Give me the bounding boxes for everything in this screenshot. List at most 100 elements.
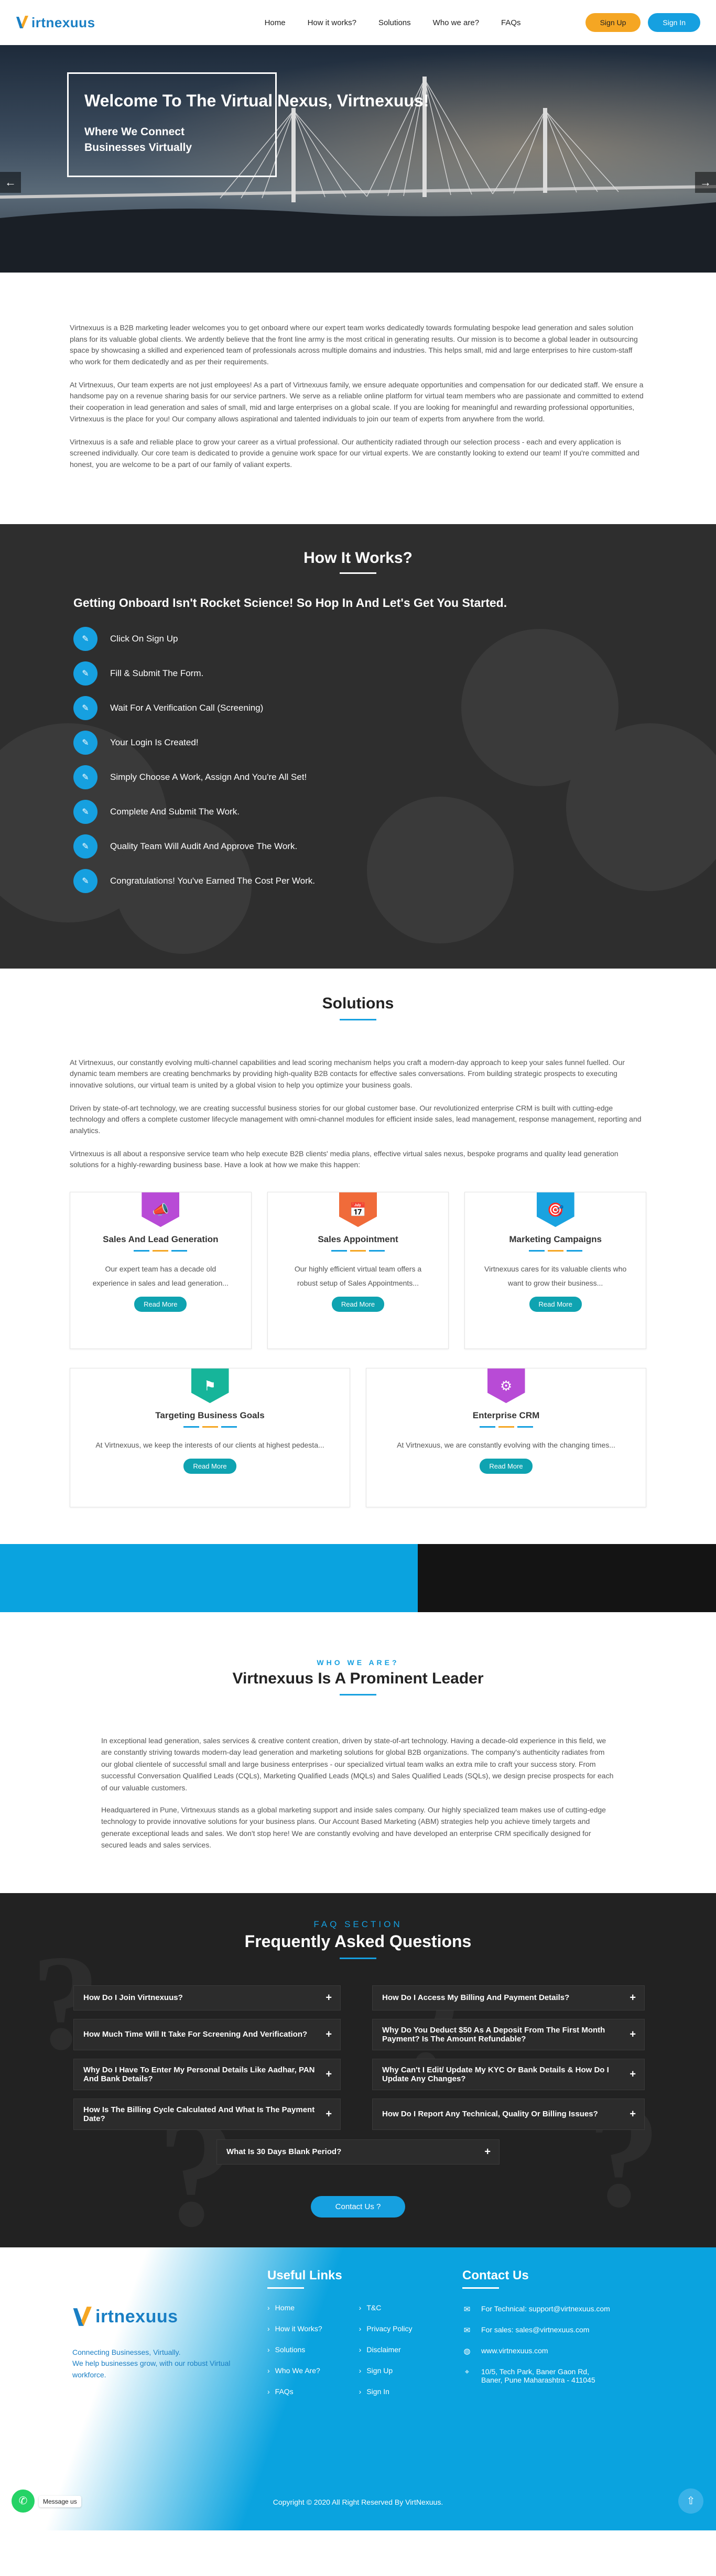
contact-row[interactable]: ✉ For Technical: support@virtnexuus.com bbox=[462, 2305, 612, 2314]
step-item: ✎ Simply Choose A Work, Assign And You're… bbox=[73, 765, 716, 789]
solutions-section: Solutions At Virtnexuus, our constantly … bbox=[0, 969, 716, 1545]
header-actions: Sign Up Sign In bbox=[585, 13, 700, 32]
faq-question: How Is The Billing Cycle Calculated And … bbox=[83, 2105, 315, 2123]
faq-section: ? ? ? ? FAQ SECTION Frequently Asked Que… bbox=[0, 1893, 716, 2247]
intro-paragraph: Virtnexuus is a safe and reliable place … bbox=[70, 437, 639, 469]
check-square-icon: ✎ bbox=[73, 626, 97, 651]
footer-link-signin[interactable]: Sign In bbox=[359, 2387, 413, 2396]
faq-item[interactable]: How Much Time Will It Take For Screening… bbox=[73, 2018, 341, 2050]
faq-title: Frequently Asked Questions bbox=[244, 1931, 472, 1951]
read-more-button[interactable]: Read More bbox=[331, 1297, 385, 1312]
useful-links: Useful Links Home How it Works? Solution… bbox=[267, 2268, 412, 2408]
contact-title: Contact Us bbox=[462, 2268, 529, 2282]
signup-button[interactable]: Sign Up bbox=[585, 13, 641, 32]
card-divider bbox=[366, 1426, 646, 1428]
card-title: Sales And Lead Generation bbox=[103, 1234, 219, 1245]
step-item: ✎ Quality Team Will Audit And Approve The… bbox=[73, 834, 716, 858]
step-item: ✎ Complete And Submit The Work. bbox=[73, 799, 716, 824]
check-square-icon: ✎ bbox=[73, 834, 97, 858]
mail-icon: ✉ bbox=[463, 2305, 471, 2314]
solution-card: ⚙ Enterprise CRM At Virtnexuus, we are c… bbox=[366, 1368, 646, 1508]
faq-item[interactable]: How Do I Report Any Technical, Quality O… bbox=[372, 2098, 645, 2130]
step-item: ✎ Wait For A Verification Call (Screening… bbox=[73, 695, 716, 720]
contact-row[interactable]: ✉ For sales: sales@virtnexuus.com bbox=[462, 2325, 612, 2335]
step-text: Click On Sign Up bbox=[110, 633, 178, 644]
faq-item[interactable]: Why Can't I Edit/ Update My KYC Or Bank … bbox=[372, 2058, 645, 2090]
solution-card: 📅 Sales Appointment Our highly efficient… bbox=[267, 1192, 449, 1350]
plus-icon: + bbox=[326, 2068, 332, 2080]
footer-link-signup[interactable]: Sign Up bbox=[359, 2366, 413, 2375]
logo-text: irtnexuus bbox=[95, 2307, 178, 2327]
plus-icon: + bbox=[326, 1992, 332, 2004]
solutions-paragraph: Virtnexuus is all about a responsive ser… bbox=[70, 1149, 619, 1169]
card-title: Targeting Business Goals bbox=[155, 1410, 265, 1421]
back-to-top-button[interactable]: ⇧ bbox=[678, 2488, 703, 2514]
faq-question: Why Can't I Edit/ Update My KYC Or Bank … bbox=[382, 2065, 609, 2083]
faq-item[interactable]: How Do I Access My Billing And Payment D… bbox=[372, 1985, 645, 2010]
title-underline bbox=[340, 1957, 376, 1959]
faq-item[interactable]: What Is 30 Days Blank Period? + bbox=[216, 2139, 500, 2165]
plus-icon: + bbox=[326, 2028, 332, 2040]
solutions-paragraph: At Virtnexuus, our constantly evolving m… bbox=[70, 1058, 625, 1089]
signin-button[interactable]: Sign In bbox=[648, 13, 700, 32]
footer-link-solutions[interactable]: Solutions bbox=[267, 2345, 322, 2354]
faq-item[interactable]: Why Do I Have To Enter My Personal Detai… bbox=[73, 2058, 341, 2090]
title-underline bbox=[267, 2287, 304, 2289]
footer-link-home[interactable]: Home bbox=[267, 2303, 322, 2312]
title-underline bbox=[340, 572, 376, 574]
contact-info: Contact Us ✉ For Technical: support@virtn… bbox=[462, 2268, 612, 2396]
card-description: Virtnexuus cares for its valuable client… bbox=[484, 1265, 627, 1287]
nav-how-it-works[interactable]: How it works? bbox=[308, 18, 356, 27]
nav-who-we-are[interactable]: Who we are? bbox=[433, 18, 479, 27]
logo[interactable]: irtnexuus bbox=[16, 15, 95, 31]
contact-us-button[interactable]: Contact Us ? bbox=[311, 2195, 405, 2218]
read-more-button[interactable]: Read More bbox=[134, 1297, 187, 1312]
check-square-icon: ✎ bbox=[73, 868, 97, 893]
read-more-button[interactable]: Read More bbox=[529, 1297, 582, 1312]
title-underline bbox=[340, 1018, 376, 1020]
calendar-icon: 📅 bbox=[339, 1192, 377, 1227]
nav-home[interactable]: Home bbox=[265, 18, 286, 27]
plus-icon: + bbox=[630, 2068, 636, 2080]
faq-item[interactable]: How Is The Billing Cycle Calculated And … bbox=[73, 2098, 341, 2130]
footer-link-faqs[interactable]: FAQs bbox=[267, 2387, 322, 2396]
nav-faqs[interactable]: FAQs bbox=[501, 18, 521, 27]
faq-question: Why Do You Deduct $50 As A Deposit From … bbox=[382, 2025, 605, 2044]
card-description: At Virtnexuus, we keep the interests of … bbox=[95, 1441, 324, 1450]
read-more-button[interactable]: Read More bbox=[183, 1459, 236, 1474]
plus-icon: + bbox=[630, 2028, 636, 2040]
goal-icon: ⚑ bbox=[191, 1368, 229, 1404]
solutions-cards-row: 📣 Sales And Lead Generation Our expert t… bbox=[70, 1192, 647, 1350]
location-icon: ⌖ bbox=[464, 2367, 470, 2376]
card-description: Our expert team has a decade old experie… bbox=[92, 1265, 229, 1287]
intro-section: Virtnexuus is a B2B marketing leader wel… bbox=[0, 273, 716, 524]
nav-solutions[interactable]: Solutions bbox=[378, 18, 411, 27]
footer-link-disclaimer[interactable]: Disclaimer bbox=[359, 2345, 413, 2354]
contact-text: 10/5, Tech Park, Baner Gaon Rd, Baner, P… bbox=[481, 2367, 595, 2384]
footer-logo[interactable]: irtnexuus bbox=[72, 2305, 178, 2329]
step-text: Complete And Submit The Work. bbox=[110, 806, 240, 817]
check-square-icon: ✎ bbox=[73, 765, 97, 789]
faq-item[interactable]: How Do I Join Virtnexuus? + bbox=[73, 1985, 341, 2010]
slider-prev-button[interactable]: ← bbox=[0, 172, 21, 193]
how-title: How It Works? bbox=[303, 549, 413, 567]
faq-item[interactable]: Why Do You Deduct $50 As A Deposit From … bbox=[372, 2018, 645, 2050]
step-item: ✎ Click On Sign Up bbox=[73, 626, 716, 651]
solution-card: 📣 Sales And Lead Generation Our expert t… bbox=[70, 1192, 252, 1350]
step-text: Congratulations! You've Earned The Cost … bbox=[110, 875, 316, 886]
footer-link-how-it-works[interactable]: How it Works? bbox=[267, 2324, 322, 2333]
step-text: Simply Choose A Work, Assign And You're … bbox=[110, 771, 307, 782]
arrow-left-icon: ← bbox=[5, 176, 16, 189]
contact-text: For Technical: support@virtnexuus.com bbox=[481, 2304, 610, 2313]
solutions-title: Solutions bbox=[322, 994, 394, 1012]
footer-link-who-we-are[interactable]: Who We Are? bbox=[267, 2366, 322, 2375]
footer-link-tc[interactable]: T&C bbox=[359, 2303, 413, 2312]
card-title: Marketing Campaigns bbox=[509, 1234, 602, 1245]
contact-row[interactable]: ◍ www.virtnexuus.com bbox=[462, 2346, 612, 2356]
footer-link-privacy[interactable]: Privacy Policy bbox=[359, 2324, 412, 2333]
who-we-are-section: WHO WE ARE? Virtnexuus Is A Prominent Le… bbox=[0, 1612, 716, 1893]
globe-icon: ◍ bbox=[463, 2346, 471, 2356]
slider-next-button[interactable]: → bbox=[695, 172, 716, 193]
who-paragraph: Headquartered in Pune, Virtnexuus stands… bbox=[101, 1806, 606, 1850]
read-more-button[interactable]: Read More bbox=[480, 1459, 533, 1474]
